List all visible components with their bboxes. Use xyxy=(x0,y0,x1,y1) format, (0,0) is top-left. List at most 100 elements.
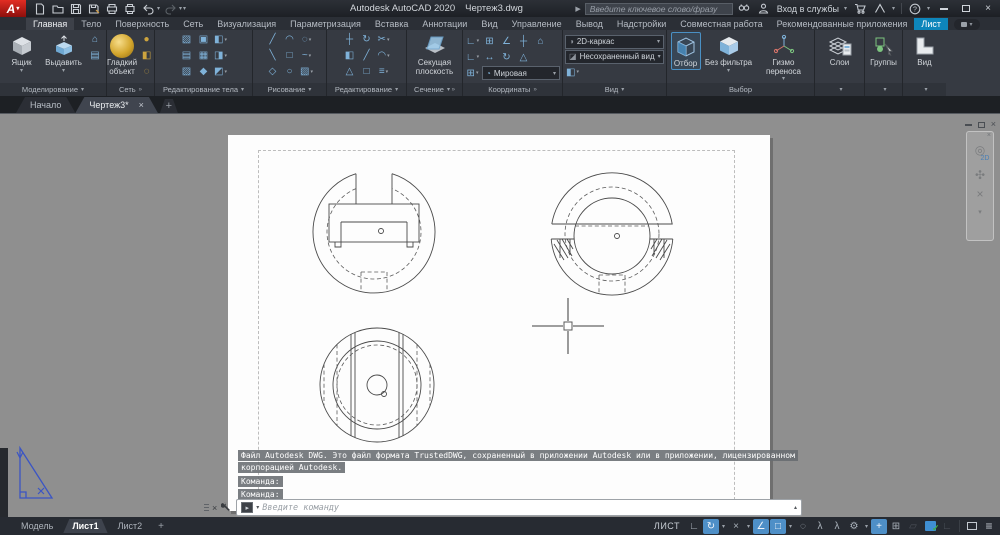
polygon-icon[interactable] xyxy=(265,64,280,79)
ucs-world-icon[interactable] xyxy=(482,34,497,49)
smooth-object-button[interactable]: Гладкий объект xyxy=(107,32,137,76)
application-menu-button[interactable]: A▾ xyxy=(0,0,26,17)
minimize-button[interactable] xyxy=(936,2,952,15)
zoom-extents-icon[interactable]: × xyxy=(976,188,983,200)
new-layout-button[interactable]: + xyxy=(152,521,170,532)
qat-customize-icon[interactable]: ▾ xyxy=(183,5,186,12)
search-flyout-icon[interactable]: ▶ xyxy=(575,5,580,13)
command-scroll-up-icon[interactable]: ▴ xyxy=(794,504,797,511)
sign-in-dropdown-icon[interactable]: ▾ xyxy=(844,5,847,12)
box-button[interactable]: Ящик▾ xyxy=(4,32,40,74)
space-mode-label[interactable]: ЛИСТ xyxy=(654,521,680,531)
ucs-named-icon[interactable] xyxy=(533,34,548,49)
panel-title-groups[interactable] xyxy=(865,83,902,96)
ucs-origin-icon[interactable] xyxy=(499,34,514,49)
section-plane-button[interactable]: Секущая плоскость xyxy=(411,32,459,76)
interfere-icon[interactable] xyxy=(196,64,211,79)
refine-mesh-icon[interactable] xyxy=(139,64,154,79)
layout1-tab[interactable]: Лист1 xyxy=(63,519,107,533)
panel-title-draw[interactable]: Рисование xyxy=(253,83,326,96)
smooth-less-icon[interactable] xyxy=(139,48,154,63)
ucs-x-icon[interactable] xyxy=(482,50,497,65)
ortho-toggle-icon[interactable] xyxy=(686,519,702,534)
panel-title-selection[interactable]: Выбор xyxy=(667,83,814,96)
command-input[interactable] xyxy=(262,503,791,513)
dynamic-ucs-icon[interactable] xyxy=(829,519,845,534)
clean-screen-icon[interactable] xyxy=(964,519,980,534)
tab-visualize[interactable]: Визуализация xyxy=(210,18,283,30)
workspace-switching-icon[interactable]: ✓ xyxy=(922,519,938,534)
autodesk-dropdown-icon[interactable]: ▾ xyxy=(892,5,895,12)
polar-tracking-toggle-icon[interactable] xyxy=(703,519,719,534)
panel-title-layers[interactable] xyxy=(815,83,864,96)
panel-title-view[interactable]: Вид xyxy=(563,83,666,96)
quick-properties-icon[interactable] xyxy=(871,519,887,534)
3d-object-snap-icon[interactable] xyxy=(812,519,828,534)
culling-button[interactable]: Отбор xyxy=(671,32,701,70)
tab-mesh[interactable]: Сеть xyxy=(176,18,210,30)
ellipse-icon[interactable] xyxy=(282,64,297,79)
circle-icon[interactable]: ▾ xyxy=(299,32,314,47)
panel-title-solid-editing[interactable]: Редактирование тела xyxy=(155,83,252,96)
sign-in-button[interactable]: Вход в службы xyxy=(777,4,839,14)
named-view-combobox[interactable]: Несохраненный вид▾ xyxy=(565,50,664,64)
file-tab-drawing3[interactable]: Чертеж3*× xyxy=(75,97,158,113)
gizmo-button[interactable]: Гизмо переноса▾ xyxy=(757,32,811,82)
tab-insert[interactable]: Вставка xyxy=(368,18,415,30)
close-tab-icon[interactable]: × xyxy=(139,100,144,110)
tab-addins[interactable]: Надстройки xyxy=(610,18,673,30)
vp-minimize-icon[interactable] xyxy=(965,124,972,126)
spline-icon[interactable]: ▾ xyxy=(299,48,314,63)
tab-view[interactable]: Вид xyxy=(474,18,504,30)
polysolid-icon[interactable] xyxy=(88,32,103,47)
ucs-previous-icon[interactable]: ▾ xyxy=(465,50,480,65)
tab-layout-contextual[interactable]: Лист xyxy=(914,18,948,30)
polyline-icon[interactable] xyxy=(265,32,280,47)
line-icon[interactable] xyxy=(265,48,280,63)
presspull-icon[interactable] xyxy=(88,48,103,63)
save-icon[interactable] xyxy=(68,2,84,16)
visual-style-combobox[interactable]: 2D-каркас▾ xyxy=(565,35,664,49)
fillet-edge-icon[interactable]: ▾ xyxy=(213,32,228,47)
autoscale-icon[interactable] xyxy=(905,519,921,534)
extrude-button[interactable]: Выдавить▾ xyxy=(42,32,86,74)
array-icon[interactable]: ▾ xyxy=(376,64,391,79)
move-icon[interactable] xyxy=(342,32,357,47)
view-tools-button[interactable]: Вид xyxy=(908,32,942,68)
selection-filtering-icon[interactable] xyxy=(846,519,862,534)
tab-featured-apps[interactable]: Рекомендованные приложения xyxy=(770,18,915,30)
hatch-icon[interactable]: ▾ xyxy=(299,64,314,79)
shell-icon[interactable]: ▾ xyxy=(213,64,228,79)
redo-dropdown-icon[interactable]: ▾ xyxy=(179,5,182,12)
undo-icon[interactable] xyxy=(140,2,156,16)
osnap-dropdown-icon[interactable]: ▾ xyxy=(787,523,794,530)
tab-output[interactable]: Вывод xyxy=(569,18,610,30)
stretch-icon[interactable] xyxy=(342,64,357,79)
tab-solid[interactable]: Тело xyxy=(74,18,108,30)
layout2-tab[interactable]: Лист2 xyxy=(109,519,152,533)
tab-collaborate[interactable]: Совместная работа xyxy=(673,18,769,30)
groups-button[interactable]: Группы xyxy=(867,32,900,68)
panel-title-mesh[interactable]: Сеть xyxy=(107,83,154,96)
ucs-object-icon[interactable] xyxy=(516,50,531,65)
filtering-dropdown-icon[interactable]: ▾ xyxy=(863,523,870,530)
open-folder-icon[interactable] xyxy=(50,2,66,16)
panel-title-section[interactable]: Сечение xyxy=(407,83,462,96)
user-icon[interactable] xyxy=(757,2,771,15)
panel-title-modify[interactable]: Редактирование xyxy=(327,83,406,96)
tab-surface[interactable]: Поверхность xyxy=(108,18,176,30)
ucs-z-axis-icon[interactable] xyxy=(516,34,531,49)
save-as-icon[interactable] xyxy=(86,2,102,16)
lasso-selection-icon[interactable] xyxy=(795,519,811,534)
thicken-icon[interactable] xyxy=(196,48,211,63)
redo-icon[interactable] xyxy=(162,2,178,16)
ucs-icon[interactable]: ▾ xyxy=(465,34,480,49)
command-input-field[interactable]: ▸ ▾ ▴ xyxy=(236,499,802,516)
trim-icon[interactable]: ▾ xyxy=(376,32,391,47)
slice-icon[interactable] xyxy=(196,32,211,47)
smooth-more-icon[interactable] xyxy=(139,32,154,47)
tab-manage[interactable]: Управление xyxy=(505,18,569,30)
tab-parametric[interactable]: Параметризация xyxy=(283,18,368,30)
object-snap-tracking-icon[interactable] xyxy=(728,519,744,534)
command-bar-close-icon[interactable]: × xyxy=(212,503,217,513)
